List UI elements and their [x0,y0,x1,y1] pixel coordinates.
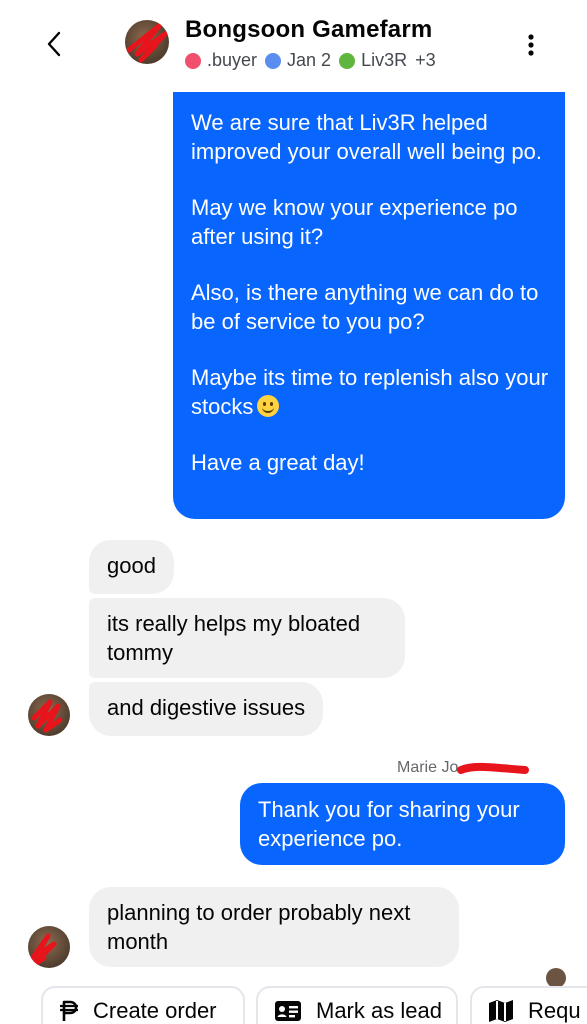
label-dot-icon [339,52,356,69]
peso-icon [59,999,79,1023]
label-dot-icon [185,52,201,69]
message-paragraph: Have a great day! [191,450,365,475]
chevron-left-icon [47,31,61,57]
redaction-scribble [31,699,63,733]
label-date: Jan 2 [265,50,331,71]
incoming-message[interactable]: planning to order probably next month [89,887,459,967]
redaction-scribble [456,762,529,774]
contact-avatar[interactable] [125,20,169,64]
chat-screen: Bongsoon Gamefarm .buyer Jan 2 Liv3R +3 [0,0,587,1024]
seen-avatar [546,968,566,988]
contact-card-icon [274,1000,302,1022]
outgoing-message[interactable]: We are sure that Liv3R helped improved y… [173,92,565,519]
contact-labels[interactable]: .buyer Jan 2 Liv3R +3 [185,50,436,71]
smile-emoji-icon [257,394,280,417]
create-order-button[interactable]: Create order [41,986,245,1024]
contact-name[interactable]: Bongsoon Gamefarm [185,16,432,44]
redaction-scribble [126,23,168,63]
mark-as-lead-button[interactable]: Mark as lead [256,986,458,1024]
incoming-message[interactable]: and digestive issues [89,682,324,736]
incoming-message[interactable]: good [89,540,174,594]
label-buyer: .buyer [185,50,257,71]
map-icon [488,999,514,1023]
extra-labels-count: +3 [415,50,436,70]
message-paragraph: May we know your experience po after usi… [191,195,518,249]
message-paragraph: Maybe its time to replenish also your st… [191,365,549,419]
quick-actions-bar: Create order Mark as lead Requ [0,986,587,1024]
more-options-button[interactable] [516,30,546,60]
chat-header: Bongsoon Gamefarm .buyer Jan 2 Liv3R +3 [0,0,587,92]
sender-avatar[interactable] [28,926,70,968]
message-paragraph: Also, is there anything we can do to be … [191,280,539,334]
label-product: Liv3R [339,50,407,71]
back-button[interactable] [38,28,70,60]
request-button[interactable]: Requ [470,986,587,1024]
sender-avatar[interactable] [28,694,70,736]
more-vertical-icon [528,34,534,56]
outgoing-message[interactable]: Thank you for sharing your experience po… [240,783,565,865]
message-paragraph: We are sure that Liv3R helped improved y… [191,110,542,164]
sender-name: Marie Jo [397,758,529,778]
redaction-scribble [28,933,57,968]
incoming-message[interactable]: its really helps my bloated tommy [89,598,405,678]
label-dot-icon [265,52,282,69]
